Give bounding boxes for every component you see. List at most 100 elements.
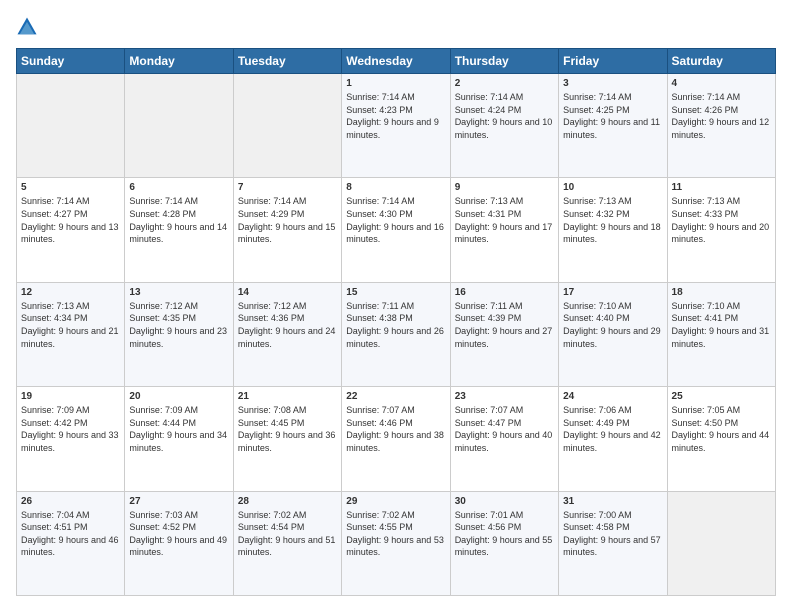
calendar-cell — [125, 74, 233, 178]
logo-icon — [16, 16, 38, 38]
calendar-cell: 10 Sunrise: 7:13 AMSunset: 4:32 PMDayligh… — [559, 178, 667, 282]
day-info: Sunrise: 7:11 AMSunset: 4:39 PMDaylight:… — [455, 300, 554, 350]
day-number: 12 — [21, 287, 120, 298]
day-info: Sunrise: 7:11 AMSunset: 4:38 PMDaylight:… — [346, 300, 445, 350]
calendar-cell: 17 Sunrise: 7:10 AMSunset: 4:40 PMDayligh… — [559, 282, 667, 386]
weekday-header-monday: Monday — [125, 49, 233, 74]
day-number: 18 — [672, 287, 771, 298]
calendar-cell: 3 Sunrise: 7:14 AMSunset: 4:25 PMDaylight… — [559, 74, 667, 178]
day-number: 2 — [455, 78, 554, 89]
day-info: Sunrise: 7:14 AMSunset: 4:28 PMDaylight:… — [129, 195, 228, 245]
day-info: Sunrise: 7:01 AMSunset: 4:56 PMDaylight:… — [455, 509, 554, 559]
calendar-cell: 23Sunrise: 7:07 AMSunset: 4:47 PMDayligh… — [450, 387, 558, 491]
day-number: 7 — [238, 182, 337, 193]
day-info: Sunrise: 7:14 AMSunset: 4:23 PMDaylight:… — [346, 91, 445, 141]
day-info: Sunrise: 7:03 AMSunset: 4:52 PMDaylight:… — [129, 509, 228, 559]
day-number: 24 — [563, 391, 662, 402]
day-info: Sunrise: 7:14 AMSunset: 4:30 PMDaylight:… — [346, 195, 445, 245]
weekday-header-thursday: Thursday — [450, 49, 558, 74]
day-info: Sunrise: 7:14 AMSunset: 4:25 PMDaylight:… — [563, 91, 662, 141]
calendar-cell: 13Sunrise: 7:12 AMSunset: 4:35 PMDayligh… — [125, 282, 233, 386]
day-info: Sunrise: 7:02 AMSunset: 4:55 PMDaylight:… — [346, 509, 445, 559]
calendar-cell: 27Sunrise: 7:03 AMSunset: 4:52 PMDayligh… — [125, 491, 233, 595]
day-info: Sunrise: 7:05 AMSunset: 4:50 PMDaylight:… — [672, 404, 771, 454]
calendar-cell: 31 Sunrise: 7:00 AMSunset: 4:58 PMDayligh… — [559, 491, 667, 595]
page: SundayMondayTuesdayWednesdayThursdayFrid… — [0, 0, 792, 612]
day-number: 22 — [346, 391, 445, 402]
calendar-cell: 20 Sunrise: 7:09 AMSunset: 4:44 PMDayligh… — [125, 387, 233, 491]
weekday-header-sunday: Sunday — [17, 49, 125, 74]
day-info: Sunrise: 7:06 AMSunset: 4:49 PMDaylight:… — [563, 404, 662, 454]
calendar-cell: 19 Sunrise: 7:09 AMSunset: 4:42 PMDayligh… — [17, 387, 125, 491]
calendar-cell: 2 Sunrise: 7:14 AMSunset: 4:24 PMDaylight… — [450, 74, 558, 178]
day-number: 19 — [21, 391, 120, 402]
day-number: 26 — [21, 496, 120, 507]
day-info: Sunrise: 7:04 AMSunset: 4:51 PMDaylight:… — [21, 509, 120, 559]
calendar-header: SundayMondayTuesdayWednesdayThursdayFrid… — [17, 49, 776, 74]
day-number: 8 — [346, 182, 445, 193]
week-row-2: 5Sunrise: 7:14 AMSunset: 4:27 PMDaylight… — [17, 178, 776, 282]
calendar-cell: 11 Sunrise: 7:13 AMSunset: 4:33 PMDayligh… — [667, 178, 775, 282]
calendar-cell — [667, 491, 775, 595]
day-number: 14 — [238, 287, 337, 298]
calendar-cell: 7 Sunrise: 7:14 AMSunset: 4:29 PMDaylight… — [233, 178, 341, 282]
day-number: 11 — [672, 182, 771, 193]
day-info: Sunrise: 7:09 AMSunset: 4:44 PMDaylight:… — [129, 404, 228, 454]
day-number: 16 — [455, 287, 554, 298]
day-number: 29 — [346, 496, 445, 507]
weekday-header-friday: Friday — [559, 49, 667, 74]
day-number: 25 — [672, 391, 771, 402]
day-info: Sunrise: 7:14 AMSunset: 4:29 PMDaylight:… — [238, 195, 337, 245]
calendar-cell: 6 Sunrise: 7:14 AMSunset: 4:28 PMDaylight… — [125, 178, 233, 282]
calendar-cell: 16 Sunrise: 7:11 AMSunset: 4:39 PMDayligh… — [450, 282, 558, 386]
day-info: Sunrise: 7:02 AMSunset: 4:54 PMDaylight:… — [238, 509, 337, 559]
week-row-1: 1 Sunrise: 7:14 AMSunset: 4:23 PMDaylight… — [17, 74, 776, 178]
day-info: Sunrise: 7:13 AMSunset: 4:34 PMDaylight:… — [21, 300, 120, 350]
calendar-cell: 26 Sunrise: 7:04 AMSunset: 4:51 PMDayligh… — [17, 491, 125, 595]
day-info: Sunrise: 7:12 AMSunset: 4:35 PMDaylight:… — [129, 300, 228, 350]
day-info: Sunrise: 7:12 AMSunset: 4:36 PMDaylight:… — [238, 300, 337, 350]
calendar-cell: 18Sunrise: 7:10 AMSunset: 4:41 PMDayligh… — [667, 282, 775, 386]
weekday-header-tuesday: Tuesday — [233, 49, 341, 74]
day-number: 9 — [455, 182, 554, 193]
day-info: Sunrise: 7:09 AMSunset: 4:42 PMDaylight:… — [21, 404, 120, 454]
day-number: 28 — [238, 496, 337, 507]
day-number: 23 — [455, 391, 554, 402]
week-row-4: 19 Sunrise: 7:09 AMSunset: 4:42 PMDayligh… — [17, 387, 776, 491]
calendar-cell: 1 Sunrise: 7:14 AMSunset: 4:23 PMDaylight… — [342, 74, 450, 178]
day-number: 30 — [455, 496, 554, 507]
day-number: 4 — [672, 78, 771, 89]
day-info: Sunrise: 7:13 AMSunset: 4:33 PMDaylight:… — [672, 195, 771, 245]
calendar-cell: 8 Sunrise: 7:14 AMSunset: 4:30 PMDaylight… — [342, 178, 450, 282]
logo — [16, 16, 42, 38]
calendar-table: SundayMondayTuesdayWednesdayThursdayFrid… — [16, 48, 776, 596]
day-number: 1 — [346, 78, 445, 89]
calendar-cell: 12 Sunrise: 7:13 AMSunset: 4:34 PMDayligh… — [17, 282, 125, 386]
calendar-cell: 4 Sunrise: 7:14 AMSunset: 4:26 PMDaylight… — [667, 74, 775, 178]
day-info: Sunrise: 7:14 AMSunset: 4:24 PMDaylight:… — [455, 91, 554, 141]
day-number: 10 — [563, 182, 662, 193]
calendar-cell: 25 Sunrise: 7:05 AMSunset: 4:50 PMDayligh… — [667, 387, 775, 491]
header — [16, 16, 776, 38]
day-number: 31 — [563, 496, 662, 507]
day-info: Sunrise: 7:08 AMSunset: 4:45 PMDaylight:… — [238, 404, 337, 454]
day-info: Sunrise: 7:10 AMSunset: 4:40 PMDaylight:… — [563, 300, 662, 350]
day-info: Sunrise: 7:07 AMSunset: 4:46 PMDaylight:… — [346, 404, 445, 454]
weekday-header-saturday: Saturday — [667, 49, 775, 74]
day-number: 6 — [129, 182, 228, 193]
day-info: Sunrise: 7:13 AMSunset: 4:32 PMDaylight:… — [563, 195, 662, 245]
day-info: Sunrise: 7:00 AMSunset: 4:58 PMDaylight:… — [563, 509, 662, 559]
day-number: 17 — [563, 287, 662, 298]
day-info: Sunrise: 7:14 AMSunset: 4:26 PMDaylight:… — [672, 91, 771, 141]
day-info: Sunrise: 7:14 AMSunset: 4:27 PMDaylight:… — [21, 195, 120, 245]
weekday-row: SundayMondayTuesdayWednesdayThursdayFrid… — [17, 49, 776, 74]
calendar-cell: 5Sunrise: 7:14 AMSunset: 4:27 PMDaylight… — [17, 178, 125, 282]
calendar-cell: 21Sunrise: 7:08 AMSunset: 4:45 PMDayligh… — [233, 387, 341, 491]
calendar-cell: 24 Sunrise: 7:06 AMSunset: 4:49 PMDayligh… — [559, 387, 667, 491]
day-number: 3 — [563, 78, 662, 89]
weekday-header-wednesday: Wednesday — [342, 49, 450, 74]
calendar-cell: 15Sunrise: 7:11 AMSunset: 4:38 PMDayligh… — [342, 282, 450, 386]
day-number: 20 — [129, 391, 228, 402]
calendar-cell: 30 Sunrise: 7:01 AMSunset: 4:56 PMDayligh… — [450, 491, 558, 595]
calendar-cell: 22 Sunrise: 7:07 AMSunset: 4:46 PMDayligh… — [342, 387, 450, 491]
